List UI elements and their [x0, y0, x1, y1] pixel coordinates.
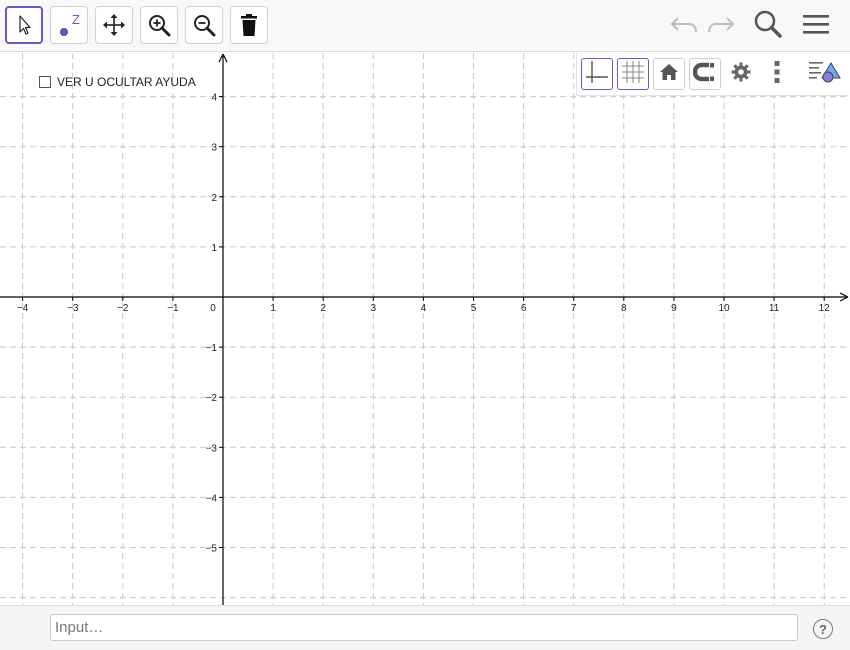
standard-view-button[interactable]	[653, 58, 685, 90]
x-tick-label: −1	[167, 303, 179, 314]
zoom-in-icon	[147, 13, 171, 37]
coordinate-plane[interactable]: −4 −3 −2 −1 0 1 2 3 4 5 6 7 8 9 10 11 124321−1−2−3−4−5	[0, 53, 850, 605]
x-tick-label: −2	[117, 303, 129, 314]
y-tick-label: 3	[211, 143, 217, 154]
home-icon	[659, 62, 679, 87]
x-tick-label: 12	[819, 303, 831, 314]
y-tick-label: −1	[206, 343, 218, 354]
x-tick-label: 11	[769, 303, 780, 314]
move-graphics-view-button[interactable]	[95, 6, 133, 44]
x-tick-label: −4	[17, 303, 29, 314]
x-tick-label: 7	[571, 303, 577, 314]
magnet-icon	[692, 62, 717, 87]
x-tick-label: 5	[471, 303, 477, 314]
search-button[interactable]	[752, 10, 784, 42]
graphics-style-bar	[576, 53, 849, 96]
grid-icon	[621, 60, 645, 89]
trash-icon	[238, 13, 260, 37]
top-toolbar: Z	[0, 0, 850, 52]
input-bar: ?	[0, 605, 850, 650]
graphics-view[interactable]: −4 −3 −2 −1 0 1 2 3 4 5 6 7 8 9 10 11 12 4 3 2 1 −1 −2 −3 −4 −5	[0, 53, 850, 605]
y-tick-label: −4	[206, 493, 218, 504]
x-tick-label: 3	[371, 303, 377, 314]
style-panel-icon	[809, 60, 841, 89]
x-tick-label: 0	[210, 303, 216, 314]
delete-button[interactable]	[230, 6, 268, 44]
point-icon: Z	[54, 10, 84, 40]
point-tool-button[interactable]: Z	[50, 6, 88, 44]
x-tick-label: 1	[270, 303, 276, 314]
undo-icon	[669, 12, 699, 41]
zoom-in-button[interactable]	[140, 6, 178, 44]
settings-button[interactable]	[725, 58, 757, 90]
menu-icon	[802, 12, 830, 41]
x-tick-label: 6	[521, 303, 527, 314]
y-tick-label: −5	[206, 544, 218, 555]
y-tick-label: 4	[211, 93, 217, 104]
menu-button[interactable]	[800, 10, 832, 42]
zoom-out-button[interactable]	[185, 6, 223, 44]
input-help-button[interactable]: ?	[813, 619, 833, 639]
help-icon: ?	[819, 621, 827, 637]
x-tick-label: 4	[421, 303, 427, 314]
help-toggle-checkbox-row[interactable]: VER U OCULTAR AYUDA	[39, 74, 196, 90]
x-tick-label: 10	[718, 303, 730, 314]
pan-arrows-icon	[102, 13, 126, 37]
x-tick-label: −3	[67, 303, 79, 314]
more-vert-icon	[773, 60, 781, 89]
style-panel-toggle-button[interactable]	[809, 58, 841, 90]
undo-button[interactable]	[668, 10, 700, 42]
move-tool-button[interactable]	[5, 6, 43, 44]
toggle-axes-button[interactable]	[581, 58, 613, 90]
help-toggle-checkbox[interactable]	[39, 76, 51, 88]
zoom-out-icon	[192, 13, 216, 37]
arrow-cursor-icon	[14, 14, 34, 36]
redo-icon	[706, 12, 736, 41]
more-options-button[interactable]	[761, 58, 793, 90]
toggle-grid-button[interactable]	[617, 58, 649, 90]
y-tick-label: −2	[206, 393, 218, 404]
redo-button[interactable]	[705, 10, 737, 42]
y-tick-label: −3	[206, 443, 218, 454]
x-tick-label: 9	[671, 303, 677, 314]
point-capturing-button[interactable]	[689, 58, 721, 90]
axes-icon	[585, 60, 609, 89]
y-tick-label: 1	[211, 243, 217, 254]
help-toggle-label: VER U OCULTAR AYUDA	[57, 75, 196, 89]
x-tick-label: 2	[320, 303, 326, 314]
gear-icon	[731, 62, 751, 87]
algebra-input-field[interactable]	[50, 614, 798, 641]
x-tick-label: 8	[621, 303, 627, 314]
point-tool-label: Z	[72, 12, 80, 27]
search-icon	[753, 9, 783, 44]
y-tick-label: 2	[211, 193, 217, 204]
